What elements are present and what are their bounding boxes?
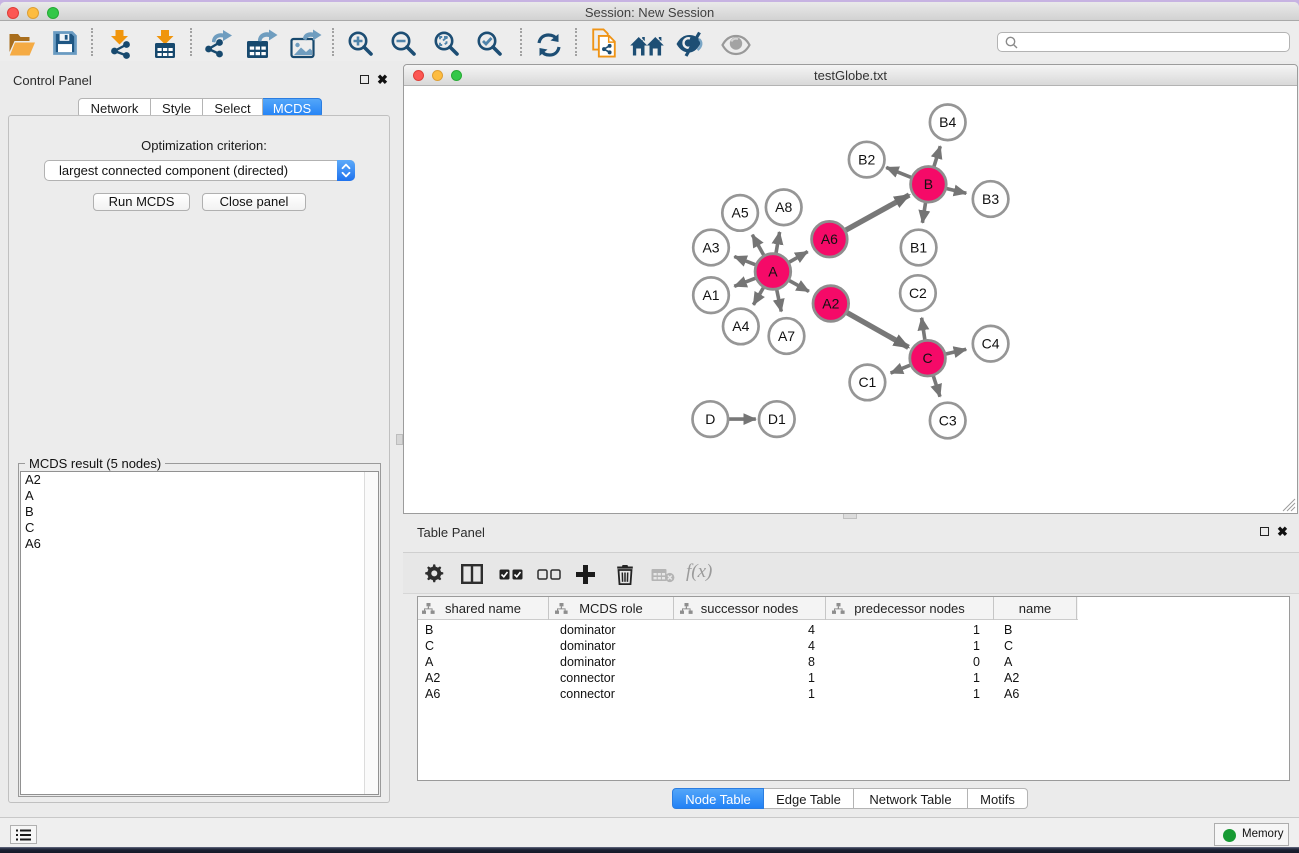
svg-text:B3: B3 bbox=[982, 191, 999, 207]
svg-text:B: B bbox=[924, 176, 933, 192]
svg-text:A2: A2 bbox=[822, 295, 839, 311]
svg-text:A1: A1 bbox=[702, 287, 719, 303]
svg-text:A7: A7 bbox=[778, 328, 795, 344]
svg-text:A6: A6 bbox=[821, 231, 838, 247]
svg-text:A8: A8 bbox=[775, 199, 792, 215]
svg-text:C2: C2 bbox=[909, 285, 927, 301]
svg-text:B2: B2 bbox=[858, 151, 875, 167]
svg-text:D1: D1 bbox=[768, 411, 786, 427]
svg-text:D: D bbox=[705, 411, 715, 427]
svg-text:B4: B4 bbox=[939, 114, 956, 130]
svg-text:C4: C4 bbox=[982, 336, 1000, 352]
svg-text:B1: B1 bbox=[910, 239, 927, 255]
svg-text:C: C bbox=[923, 350, 933, 366]
svg-text:A3: A3 bbox=[702, 239, 719, 255]
svg-text:A: A bbox=[768, 263, 778, 279]
svg-text:C3: C3 bbox=[939, 412, 957, 428]
svg-text:A4: A4 bbox=[732, 318, 749, 334]
svg-text:A5: A5 bbox=[732, 205, 749, 221]
svg-text:C1: C1 bbox=[858, 374, 876, 390]
